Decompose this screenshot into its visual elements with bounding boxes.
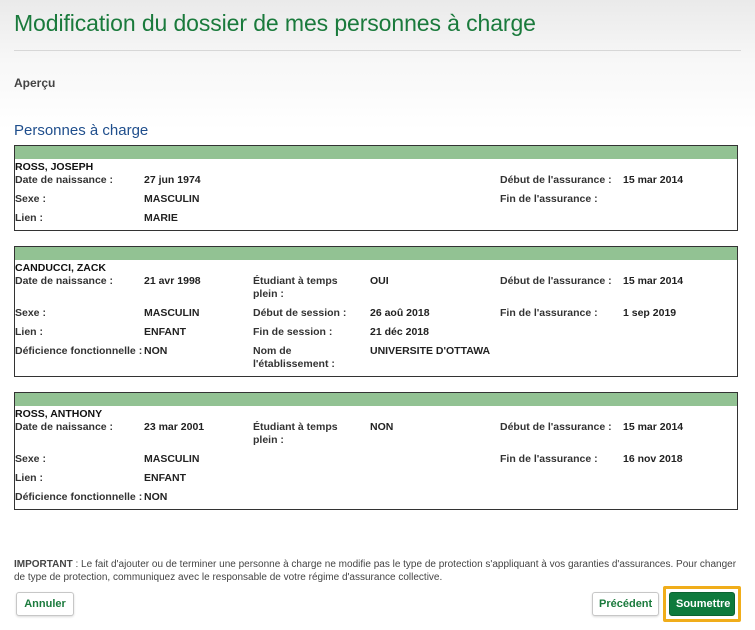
important-text: : Le fait d'ajouter ou de terminer une p…: [14, 559, 737, 583]
coverage-start-value: 15 mar 2014: [623, 174, 684, 186]
birth-date-value: 21 avr 1998: [144, 275, 201, 287]
coverage-start-value: 15 mar 2014: [623, 275, 684, 287]
relation-label: Lien :: [15, 212, 43, 224]
full-time-student-value: NON: [370, 421, 394, 433]
coverage-start-label: Début de l'assurance :: [500, 275, 612, 287]
functional-disability-value: NON: [144, 345, 168, 357]
sex-label: Sexe :: [15, 453, 46, 465]
coverage-end-label: Fin de l'assurance :: [500, 307, 598, 319]
full-time-student-label: Étudiant à temps plein :: [253, 275, 338, 300]
birth-date-label: Date de naissance :: [15, 275, 114, 287]
dependent-name: ROSS, JOSEPH: [15, 161, 94, 173]
functional-disability-label: Déficience fonctionnelle :: [15, 491, 143, 503]
institution-label: Nom de l'établissement :: [253, 345, 335, 370]
session-start-value: 26 aoû 2018: [370, 307, 430, 319]
coverage-start-value: 15 mar 2014: [623, 421, 684, 433]
cancel-button[interactable]: Annuler: [16, 592, 74, 616]
dependent-name: ROSS, ANTHONY: [15, 408, 103, 420]
birth-date-value: 27 jun 1974: [144, 174, 201, 186]
birth-date-label: Date de naissance :: [15, 174, 114, 186]
functional-disability-label: Déficience fonctionnelle :: [15, 345, 143, 357]
page-title: Modification du dossier de mes personnes…: [14, 10, 536, 36]
relation-label: Lien :: [15, 472, 43, 484]
session-end-value: 21 déc 2018: [370, 326, 429, 338]
coverage-start-label: Début de l'assurance :: [500, 174, 612, 186]
important-notice: IMPORTANT : Le fait d'ajouter ou de term…: [14, 558, 740, 584]
birth-date-label: Date de naissance :: [15, 421, 114, 433]
relation-value: ENFANT: [144, 472, 186, 484]
section-heading-dependents: Personnes à charge: [14, 122, 149, 139]
full-time-student-value: OUI: [370, 275, 389, 287]
coverage-end-value: 16 nov 2018: [623, 453, 683, 465]
submit-button[interactable]: Soumettre: [669, 592, 735, 616]
dependent-name: CANDUCCI, ZACK: [15, 262, 106, 274]
sex-label: Sexe :: [15, 307, 46, 319]
session-start-label: Début de session :: [253, 307, 347, 319]
title-divider: [14, 50, 741, 51]
relation-value: MARIE: [144, 212, 178, 224]
coverage-end-value: 1 sep 2019: [623, 307, 677, 319]
sex-value: MASCULIN: [144, 193, 200, 205]
coverage-end-label: Fin de l'assurance :: [500, 453, 598, 465]
dependent-card: ROSS, ANTHONY Date de naissance : 23 mar…: [14, 392, 738, 510]
section-label-apercu: Aperçu: [14, 76, 56, 90]
relation-label: Lien :: [15, 326, 43, 338]
previous-button[interactable]: Précédent: [592, 592, 659, 616]
functional-disability-value: NON: [144, 491, 168, 503]
dependent-card: ROSS, JOSEPH Date de naissance : 27 jun …: [14, 145, 738, 231]
coverage-end-label: Fin de l'assurance :: [500, 193, 598, 205]
relation-value: ENFANT: [144, 326, 186, 338]
session-end-label: Fin de session :: [253, 326, 333, 338]
sex-value: MASCULIN: [144, 307, 200, 319]
institution-value: UNIVERSITE D'OTTAWA: [370, 345, 491, 357]
coverage-start-label: Début de l'assurance :: [500, 421, 612, 433]
card-header-bar: [15, 393, 737, 406]
important-label: IMPORTANT: [14, 559, 73, 570]
card-header-bar: [15, 247, 737, 260]
card-header-bar: [15, 146, 737, 159]
birth-date-value: 23 mar 2001: [144, 421, 205, 433]
dependent-card: CANDUCCI, ZACK Date de naissance : 21 av…: [14, 246, 738, 377]
full-time-student-label: Étudiant à temps plein :: [253, 421, 338, 446]
sex-label: Sexe :: [15, 193, 46, 205]
sex-value: MASCULIN: [144, 453, 200, 465]
submit-button-highlight: Soumettre: [663, 586, 741, 622]
